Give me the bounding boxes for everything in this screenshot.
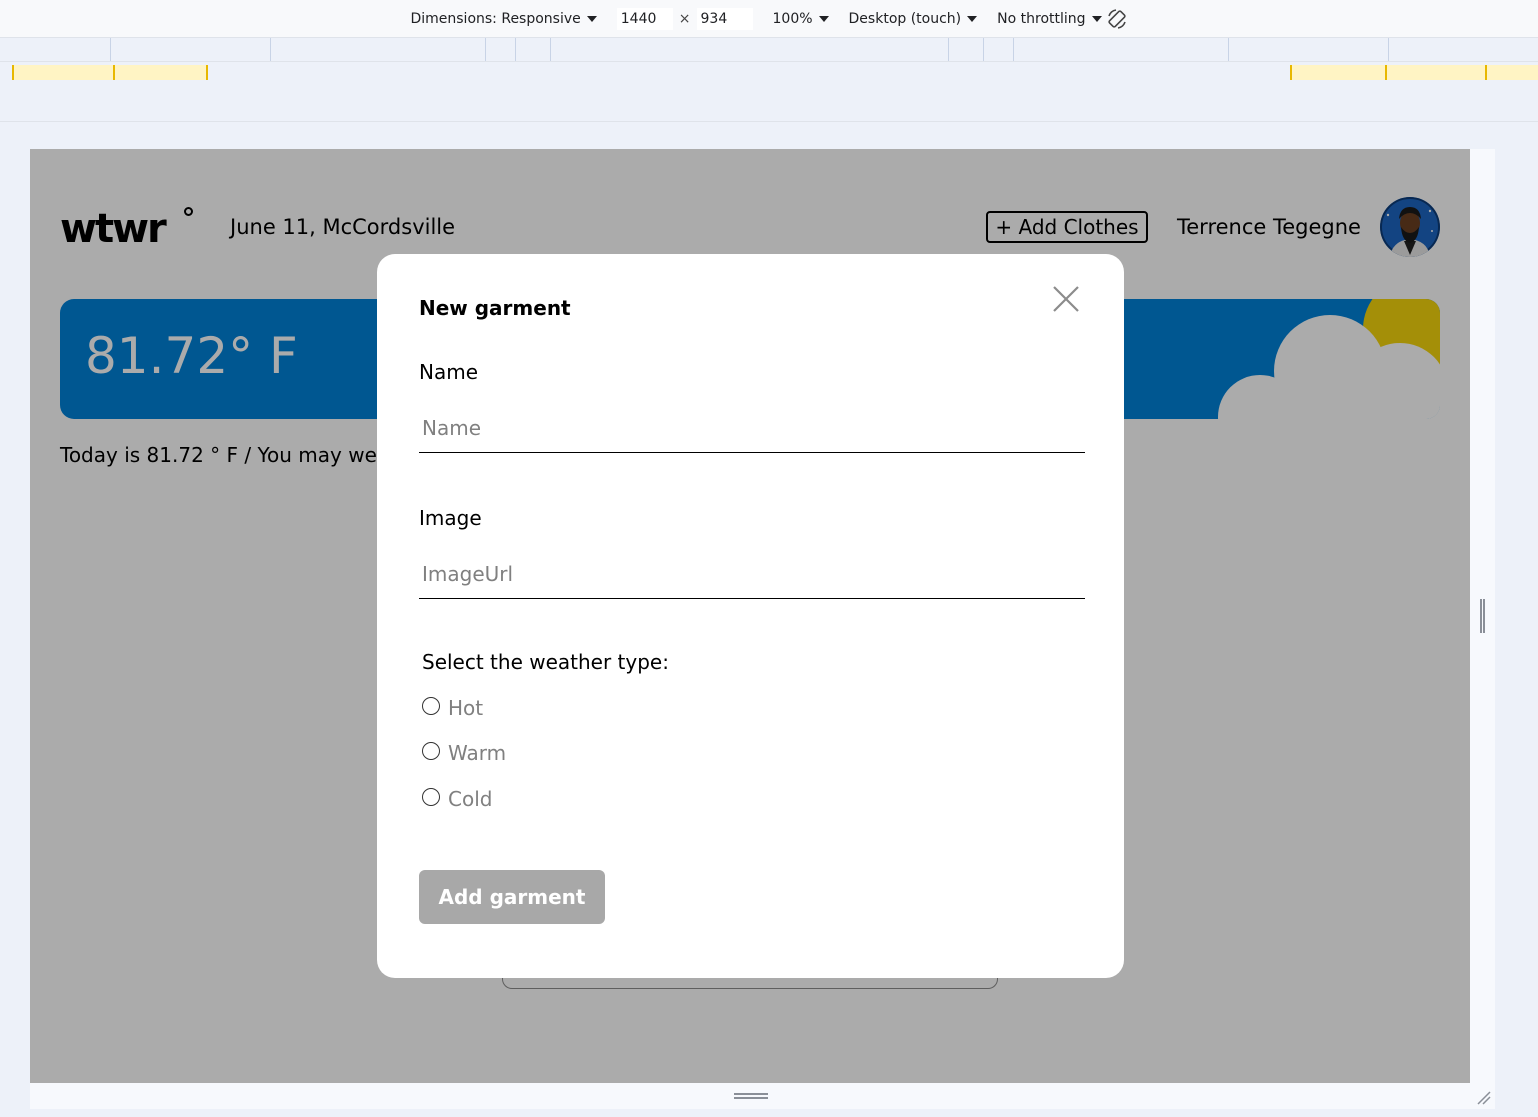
radio-option-cold[interactable]: Cold — [422, 787, 492, 811]
device-dropdown[interactable]: Desktop (touch) — [849, 11, 978, 27]
chevron-down-icon — [967, 15, 978, 22]
breakpoint-tick — [1385, 65, 1387, 80]
name-input[interactable] — [419, 403, 1085, 453]
modal-title: New garment — [419, 296, 571, 320]
devtools-toolbar: Dimensions: Responsive × 100% Desktop (t… — [0, 0, 1538, 38]
ruler-segment[interactable] — [948, 38, 949, 61]
radio-option-hot[interactable]: Hot — [422, 696, 483, 720]
ruler-segment[interactable] — [515, 38, 516, 61]
zoom-label: 100% — [772, 10, 813, 27]
ruler-segment[interactable] — [485, 38, 486, 61]
zoom-dropdown[interactable]: 100% — [773, 11, 829, 27]
radio-label: Warm — [448, 741, 507, 765]
device-label: Desktop (touch) — [848, 10, 962, 27]
radio-label: Cold — [448, 787, 493, 811]
rotate-icon[interactable] — [1106, 8, 1128, 30]
device-viewport: wtwr June 11, McCordsville + Add Clothes… — [30, 149, 1470, 1083]
ruler-segment[interactable] — [1388, 38, 1389, 61]
add-garment-button[interactable]: Add garment — [419, 870, 605, 924]
ruler-segment[interactable] — [270, 38, 271, 61]
right-resize-handle[interactable] — [1470, 149, 1495, 1083]
chevron-down-icon — [1091, 15, 1102, 22]
chevron-down-icon — [586, 15, 597, 22]
radio-button[interactable] — [422, 742, 440, 760]
close-icon — [1053, 286, 1079, 312]
height-input[interactable] — [696, 7, 753, 30]
resize-grip-icon — [734, 1093, 768, 1099]
ruler-segment[interactable] — [1228, 38, 1229, 61]
radio-button[interactable] — [422, 697, 440, 715]
breakpoint-bar[interactable] — [12, 65, 208, 80]
media-query-ruler — [0, 38, 1538, 62]
name-label: Name — [419, 360, 479, 384]
modal-overlay[interactable]: New garment Name Image Select the weathe… — [30, 149, 1470, 1083]
size-inputs: × — [616, 7, 753, 30]
new-garment-modal: New garment Name Image Select the weathe… — [377, 254, 1124, 978]
radio-button[interactable] — [422, 788, 440, 806]
ruler-segment[interactable] — [983, 38, 984, 61]
breakpoint-tick — [1485, 65, 1487, 80]
ruler-segment[interactable] — [1013, 38, 1014, 61]
ruler-segment[interactable] — [550, 38, 551, 61]
dimensions-label: Dimensions: Responsive — [410, 10, 581, 27]
breakpoint-ruler — [0, 62, 1538, 122]
breakpoint-tick — [206, 65, 208, 80]
bottom-resize-handle[interactable] — [30, 1083, 1495, 1109]
throttling-dropdown[interactable]: No throttling — [997, 8, 1127, 30]
chevron-down-icon — [818, 15, 829, 22]
breakpoint-bar[interactable] — [1290, 65, 1538, 80]
width-input[interactable] — [616, 7, 673, 30]
ruler-segment[interactable] — [110, 38, 111, 61]
breakpoint-tick — [12, 65, 14, 80]
resize-grip-icon — [1480, 599, 1485, 633]
radio-option-warm[interactable]: Warm — [422, 741, 506, 765]
throttling-label: No throttling — [997, 10, 1086, 27]
image-label: Image — [419, 506, 482, 530]
close-button[interactable] — [1051, 284, 1081, 314]
dimensions-dropdown[interactable]: Dimensions: Responsive — [410, 10, 597, 27]
image-url-input[interactable] — [419, 549, 1085, 599]
corner-resize-icon[interactable] — [1474, 1088, 1492, 1106]
radio-label: Hot — [448, 696, 484, 720]
breakpoint-tick — [113, 65, 115, 80]
breakpoint-tick — [1290, 65, 1292, 80]
times-symbol: × — [678, 10, 691, 27]
weather-type-legend: Select the weather type: — [422, 650, 669, 674]
